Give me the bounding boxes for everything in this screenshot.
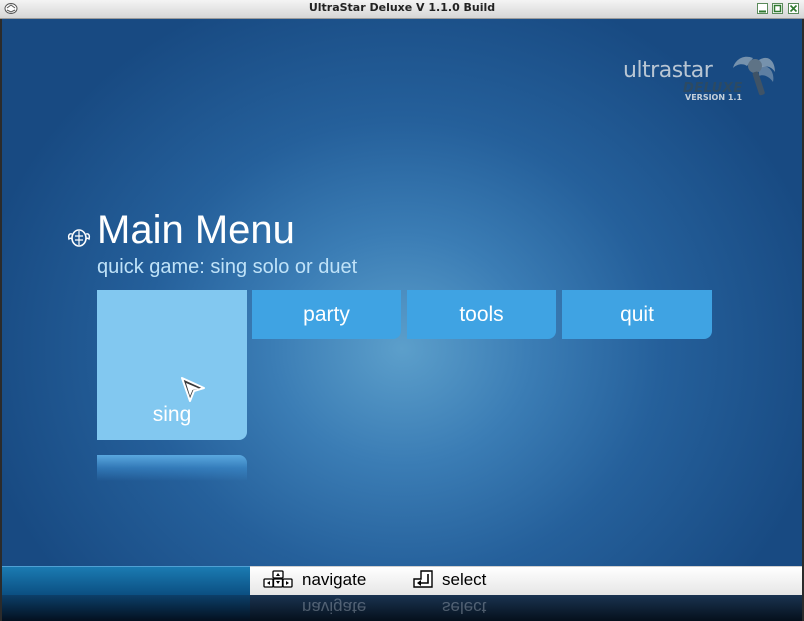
enter-key-icon bbox=[413, 570, 433, 588]
sing-button[interactable]: sing bbox=[97, 290, 247, 440]
maximize-icon[interactable] bbox=[772, 3, 783, 14]
quit-button[interactable]: quit bbox=[562, 290, 712, 339]
select-hint: select bbox=[442, 570, 487, 589]
select-hint-reflection: select bbox=[442, 598, 487, 617]
arrow-keys-icon bbox=[263, 570, 293, 588]
sing-button-label: sing bbox=[152, 403, 192, 426]
party-button-label: party bbox=[303, 303, 350, 326]
navigate-hint: navigate bbox=[302, 570, 367, 589]
window-title: UltraStar Deluxe V 1.1.0 Build bbox=[308, 1, 496, 14]
mouse-cursor-icon bbox=[181, 377, 205, 402]
microphone-wings-icon bbox=[733, 56, 775, 96]
app-window: UltraStar Deluxe V 1.1.0 Build ultrastar… bbox=[0, 0, 804, 621]
status-bar-left-reflection bbox=[2, 595, 250, 621]
tools-button-label: tools bbox=[459, 303, 504, 326]
page-title: Main Menu bbox=[97, 208, 295, 252]
menu-description: quick game: sing solo or duet bbox=[97, 256, 358, 278]
navigate-hint-reflection: navigate bbox=[302, 598, 367, 617]
main-menu-icon bbox=[67, 229, 91, 247]
status-bar-left bbox=[2, 566, 250, 595]
tools-button[interactable]: tools bbox=[407, 290, 556, 339]
ultrastar-logo: ultrastar DELUXE VERSION 1.1 bbox=[621, 50, 781, 110]
close-icon[interactable] bbox=[788, 3, 799, 14]
minimize-icon[interactable] bbox=[757, 3, 768, 14]
logo-name: ultrastar bbox=[623, 58, 713, 83]
sing-button-reflection bbox=[97, 455, 247, 481]
quit-button-label: quit bbox=[620, 303, 654, 326]
party-button[interactable]: party bbox=[252, 290, 401, 339]
title-bar[interactable]: UltraStar Deluxe V 1.1.0 Build bbox=[0, 0, 804, 19]
